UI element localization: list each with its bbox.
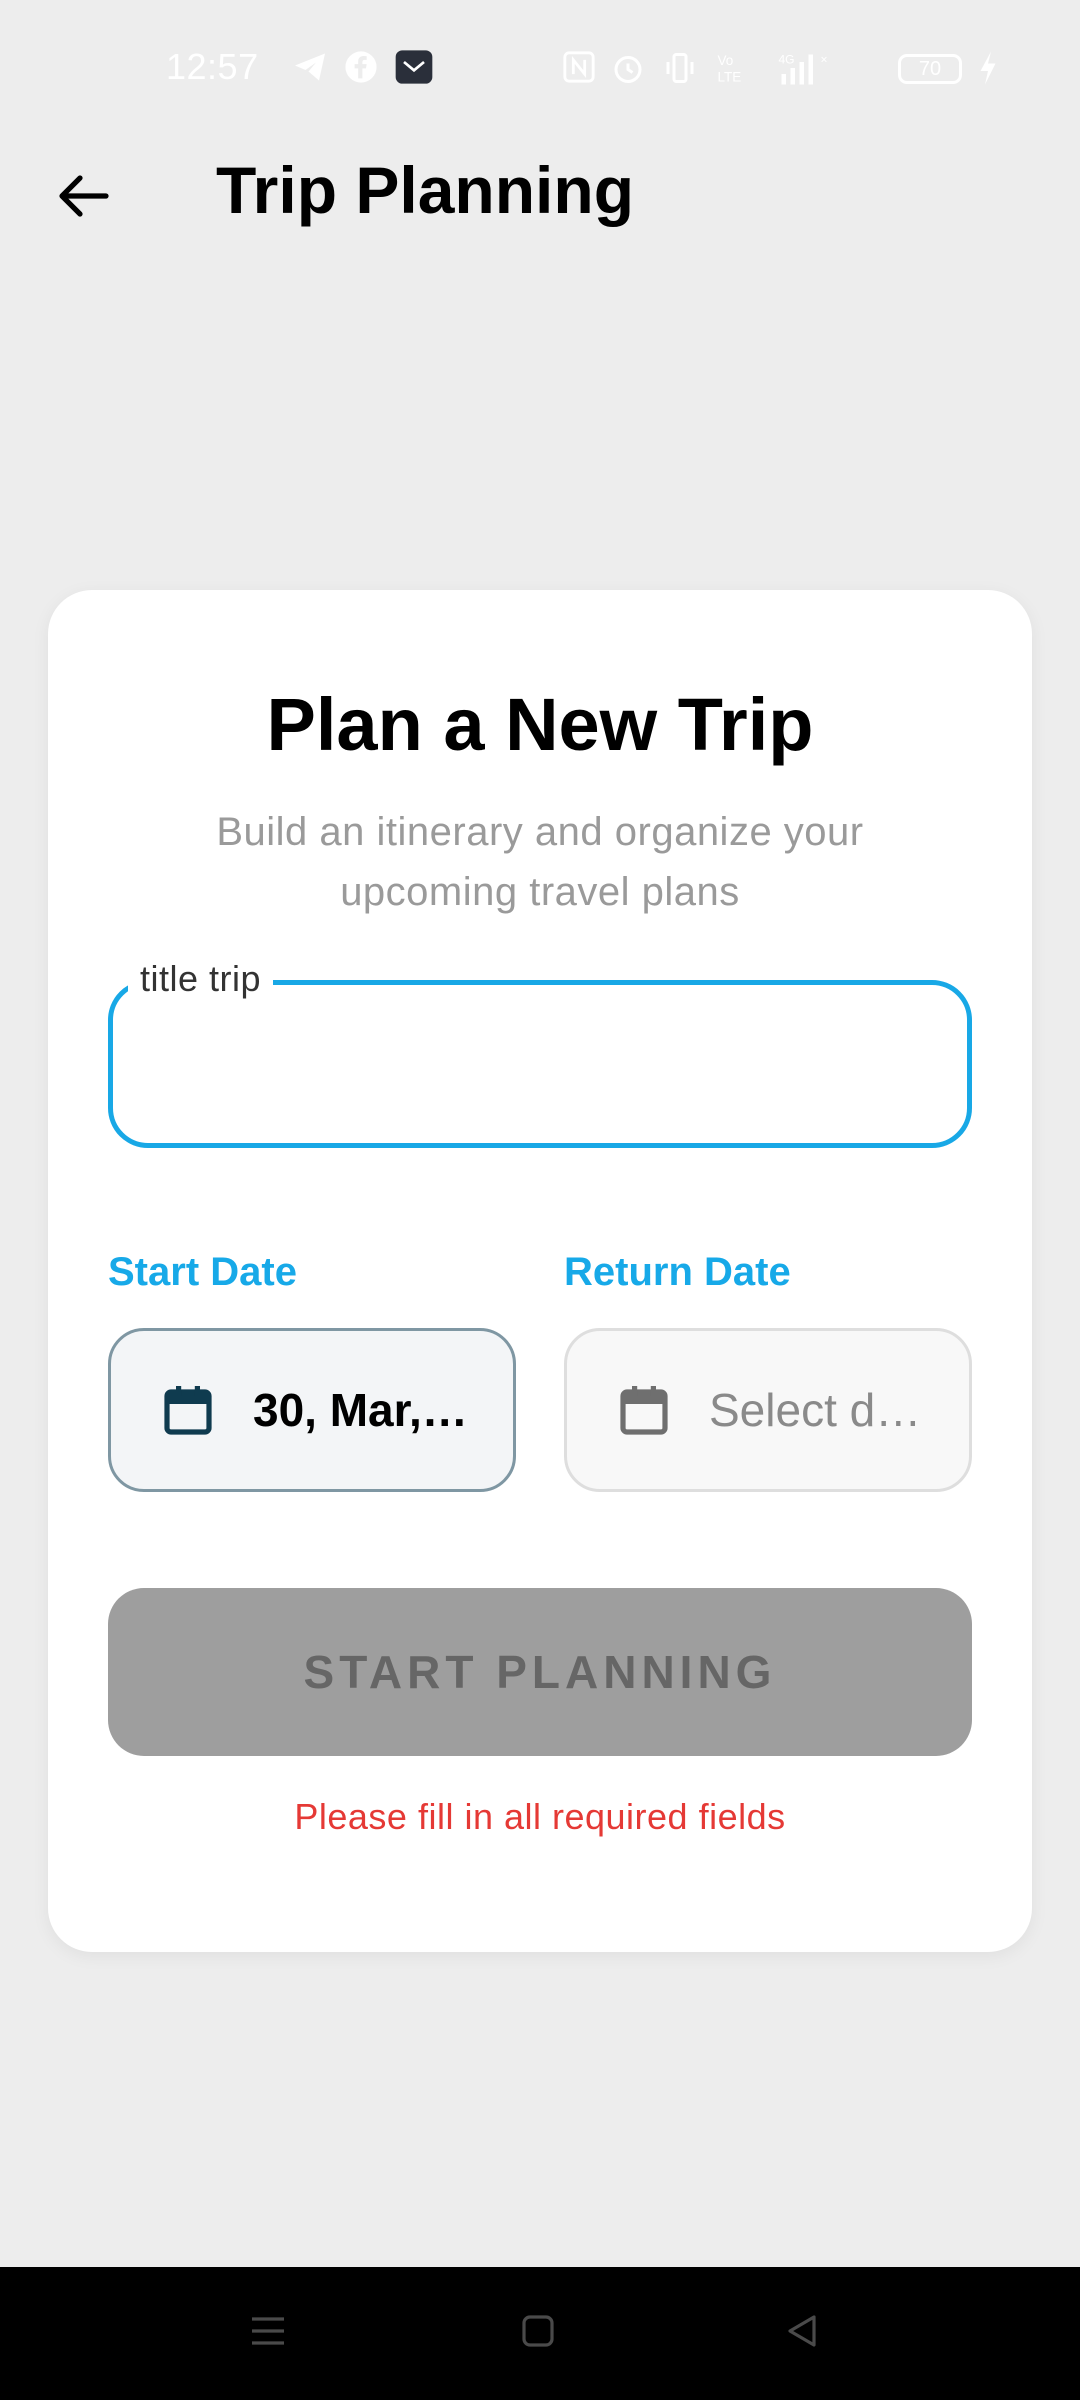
facebook-icon [345, 51, 377, 83]
start-date-label: Start Date [108, 1250, 297, 1294]
return-date-picker[interactable]: Select d… [564, 1328, 972, 1492]
back-icon[interactable] [782, 2311, 822, 2351]
svg-text:LTE: LTE [718, 70, 742, 85]
svg-text:×: × [821, 53, 828, 67]
error-message: Please fill in all required fields [294, 1796, 786, 1837]
calendar-icon [620, 1386, 668, 1435]
signal-icon: 4G × [779, 53, 828, 85]
page-title: Trip Planning [216, 153, 635, 227]
start-planning-button[interactable]: START PLANNING [108, 1588, 972, 1756]
back-arrow-icon [59, 175, 109, 217]
battery-icon: 70 [898, 54, 962, 84]
mail-app-icon [395, 50, 433, 84]
card-subtitle: Build an itinerary and organize your upc… [216, 810, 864, 914]
start-date-value: 30, Mar, … [253, 1384, 473, 1436]
return-date-placeholder: Select d… [709, 1384, 922, 1436]
volte-icon: Vo LTE [718, 53, 742, 85]
svg-text:4G: 4G [779, 53, 795, 67]
return-date-label: Return Date [564, 1250, 791, 1294]
vibrate-icon [666, 53, 694, 83]
telegram-icon [295, 53, 325, 81]
nfc-icon [563, 51, 595, 83]
app-bar: Trip Planning [0, 136, 1080, 246]
card-title: Plan a New Trip [266, 683, 814, 766]
status-time: 12:57 [166, 46, 259, 87]
alarm-icon [614, 56, 642, 83]
start-date-picker[interactable]: 30, Mar, … [108, 1328, 516, 1492]
title-trip-input[interactable] [143, 1025, 943, 1105]
status-bar: 12:57 Vo LTE 4G × 70 [0, 0, 1080, 136]
svg-text:Vo: Vo [718, 53, 734, 68]
back-button[interactable] [44, 156, 124, 236]
charging-icon [980, 51, 996, 85]
home-icon[interactable] [518, 2311, 558, 2351]
trip-form-card: Plan a New Trip Build an itinerary and o… [48, 590, 1032, 1952]
calendar-icon [164, 1386, 212, 1435]
system-nav-bar [0, 2267, 1080, 2400]
menu-icon[interactable] [248, 2311, 288, 2351]
title-trip-label: title trip [128, 958, 274, 1000]
title-trip-field[interactable] [108, 980, 972, 1148]
